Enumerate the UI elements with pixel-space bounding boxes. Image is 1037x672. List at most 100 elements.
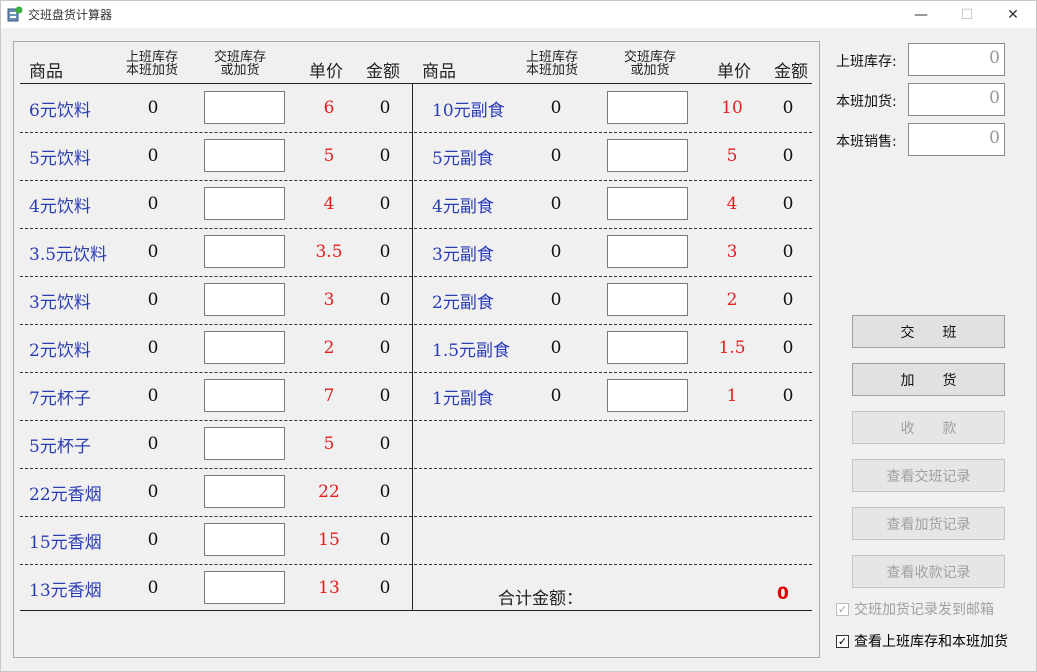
unit-price: 6 — [323, 98, 335, 118]
table-row — [414, 420, 812, 468]
total-label: 合计金额： — [498, 589, 583, 609]
handover-input[interactable] — [204, 331, 285, 364]
product-name: 15元香烟 — [29, 532, 102, 553]
prev-stock-value: 0 — [147, 146, 159, 166]
table-row: 5元副食 0 5 0 — [414, 132, 812, 180]
handover-input[interactable] — [204, 139, 285, 172]
handover-input[interactable] — [607, 379, 688, 412]
header-prev-stock-right: 上班库存 本班加货 — [525, 50, 578, 78]
amount-value: 0 — [379, 338, 391, 358]
checkmark-icon: ✓ — [836, 602, 849, 616]
header-price-left: 单价 — [309, 62, 343, 82]
table-row: 3元饮料 0 3 0 — [20, 276, 412, 324]
handover-input[interactable] — [204, 427, 285, 460]
amount-value: 0 — [379, 482, 391, 502]
unit-price: 1.5 — [718, 338, 746, 358]
amount-value: 0 — [379, 242, 391, 262]
view-collect-records-button[interactable]: 查看收款记录 — [852, 555, 1005, 588]
header-handover-right: 交班库存 或加货 — [623, 50, 676, 78]
sales-field[interactable]: 0 — [908, 123, 1005, 156]
maximize-icon[interactable]: ☐ — [944, 1, 990, 28]
product-name: 4元副食 — [432, 196, 494, 217]
view-stock-checkbox[interactable]: ✓ 查看上班库存和本班加货 — [836, 631, 1008, 651]
unit-price: 4 — [323, 194, 335, 214]
header-amount-right: 金额 — [774, 62, 808, 82]
unit-price: 4 — [726, 194, 738, 214]
handover-input[interactable] — [607, 283, 688, 316]
table-row: 1元副食 0 1 0 — [414, 372, 812, 420]
close-icon[interactable]: ✕ — [990, 1, 1036, 28]
product-name: 1.5元副食 — [432, 340, 511, 361]
email-checkbox-label: 交班加货记录发到邮箱 — [854, 602, 994, 618]
window-title: 交班盘货计算器 — [28, 8, 113, 22]
prev-stock-value: 0 — [147, 578, 159, 598]
amount-value: 0 — [379, 194, 391, 214]
product-name: 6元饮料 — [29, 100, 91, 121]
amount-value: 0 — [379, 386, 391, 406]
table-row — [414, 516, 812, 564]
handover-input[interactable] — [204, 91, 285, 124]
amount-value: 0 — [379, 98, 391, 118]
product-name: 2元饮料 — [29, 340, 91, 361]
total-value: 0 — [777, 584, 789, 604]
unit-price: 2 — [726, 290, 738, 310]
product-name: 22元香烟 — [29, 484, 102, 505]
handover-input[interactable] — [607, 235, 688, 268]
view-stock-checkbox-label: 查看上班库存和本班加货 — [854, 634, 1008, 650]
product-name: 7元杯子 — [29, 388, 91, 409]
handover-button[interactable]: 交 班 — [852, 315, 1005, 348]
product-name: 5元饮料 — [29, 148, 91, 169]
amount-value: 0 — [782, 386, 794, 406]
product-name: 13元香烟 — [29, 580, 102, 601]
email-checkbox[interactable]: ✓ 交班加货记录发到邮箱 — [836, 599, 994, 619]
table-row — [414, 564, 812, 612]
header-prev-stock-left: 上班库存 本班加货 — [125, 50, 178, 78]
view-add-records-button[interactable]: 查看加货记录 — [852, 507, 1005, 540]
minimize-icon[interactable]: — — [898, 1, 944, 28]
unit-price: 7 — [323, 386, 335, 406]
table-row: 13元香烟 0 13 0 — [20, 564, 412, 612]
handover-input[interactable] — [204, 571, 285, 604]
prev-stock-value: 0 — [550, 98, 562, 118]
handover-input[interactable] — [607, 187, 688, 220]
product-name: 3元饮料 — [29, 292, 91, 313]
view-handover-records-button[interactable]: 查看交班记录 — [852, 459, 1005, 492]
product-name: 5元杯子 — [29, 436, 91, 457]
handover-input[interactable] — [607, 91, 688, 124]
prev-stock-field[interactable]: 0 — [908, 43, 1005, 76]
table-row: 2元饮料 0 2 0 — [20, 324, 412, 372]
amount-value: 0 — [782, 146, 794, 166]
add-stock-button[interactable]: 加 货 — [852, 363, 1005, 396]
unit-price: 5 — [726, 146, 738, 166]
prev-stock-value: 0 — [550, 146, 562, 166]
table-row: 3元副食 0 3 0 — [414, 228, 812, 276]
sales-label: 本班销售: — [836, 134, 897, 150]
handover-input[interactable] — [607, 331, 688, 364]
handover-input[interactable] — [204, 475, 285, 508]
handover-input[interactable] — [204, 379, 285, 412]
handover-input[interactable] — [204, 235, 285, 268]
prev-stock-label: 上班库存: — [836, 54, 897, 70]
amount-value: 0 — [782, 338, 794, 358]
handover-input[interactable] — [607, 139, 688, 172]
added-stock-field[interactable]: 0 — [908, 83, 1005, 116]
unit-price: 3.5 — [315, 242, 343, 262]
unit-price: 1 — [726, 386, 738, 406]
prev-stock-value: 0 — [147, 242, 159, 262]
amount-value: 0 — [782, 98, 794, 118]
table-row: 3.5元饮料 0 3.5 0 — [20, 228, 412, 276]
product-name: 2元副食 — [432, 292, 494, 313]
unit-price: 5 — [323, 434, 335, 454]
table-row: 5元杯子 0 5 0 — [20, 420, 412, 468]
handover-input[interactable] — [204, 187, 285, 220]
table-row: 5元饮料 0 5 0 — [20, 132, 412, 180]
collect-button[interactable]: 收 款 — [852, 411, 1005, 444]
handover-input[interactable] — [204, 523, 285, 556]
handover-input[interactable] — [204, 283, 285, 316]
unit-price: 15 — [318, 530, 340, 550]
table-row: 4元饮料 0 4 0 — [20, 180, 412, 228]
prev-stock-value: 0 — [550, 386, 562, 406]
prev-stock-value: 0 — [147, 386, 159, 406]
amount-value: 0 — [782, 242, 794, 262]
app-window: 交班盘货计算器 — ☐ ✕ 商品 上班库存 本班加货 交班库存 或加货 单价 金额 … — [0, 0, 1037, 672]
